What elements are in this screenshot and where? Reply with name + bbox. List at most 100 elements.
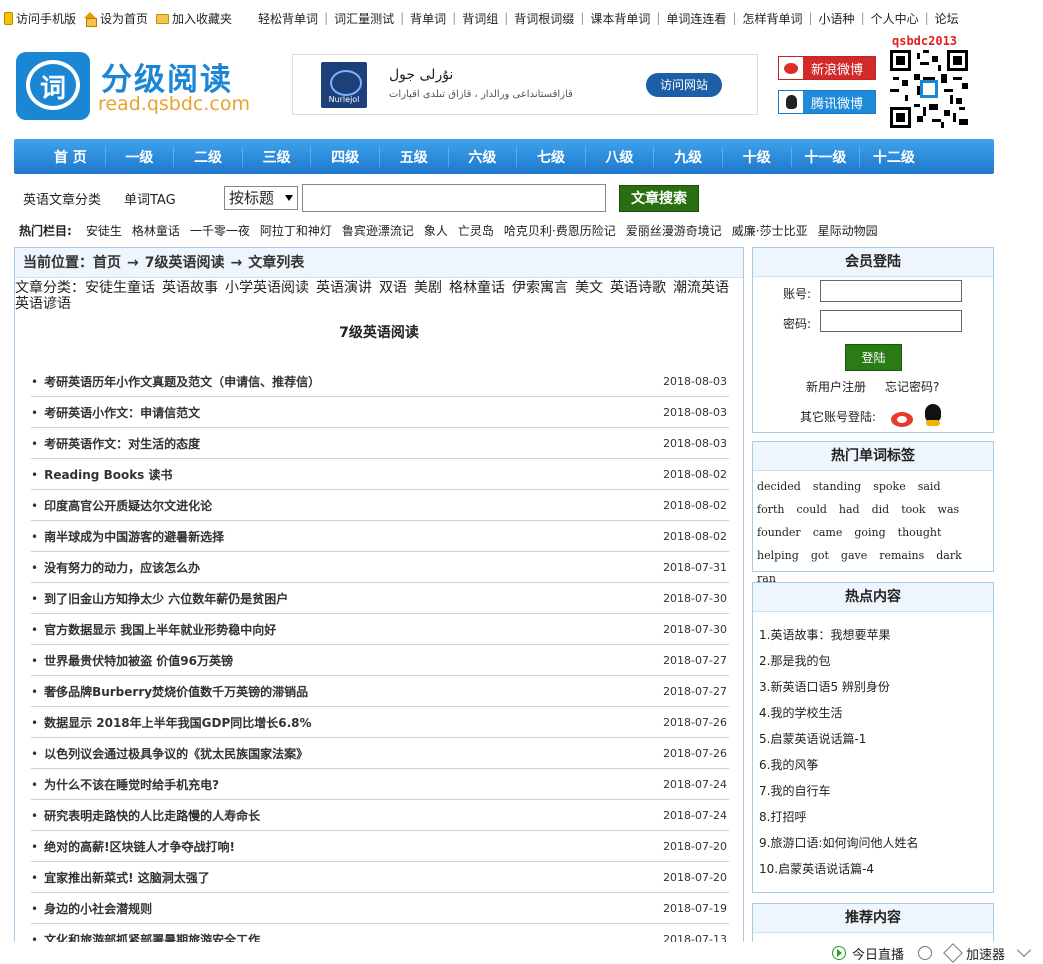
hot-column-link[interactable]: 阿拉丁和神灯 bbox=[260, 222, 332, 239]
hot-content-item[interactable]: 10.启蒙英语说话篇-4 bbox=[753, 856, 993, 882]
article-title[interactable]: Reading Books 读书 bbox=[31, 466, 172, 483]
article-title[interactable]: 考研英语作文：对生活的态度 bbox=[31, 435, 200, 452]
hot-column-link[interactable]: 安徒生 bbox=[86, 222, 122, 239]
hot-content-item[interactable]: 2.那是我的包 bbox=[753, 648, 993, 674]
hot-column-link[interactable]: 象人 bbox=[424, 222, 448, 239]
account-input[interactable] bbox=[820, 280, 962, 302]
article-title[interactable]: 以色列议会通过极具争议的《犹太民族国家法案》 bbox=[31, 745, 308, 762]
top-nav-item[interactable]: 怎样背单词 bbox=[742, 10, 802, 27]
top-nav-item[interactable]: 小语种 bbox=[819, 10, 855, 27]
tag-link[interactable]: gave bbox=[841, 544, 867, 567]
weibo-login-icon[interactable] bbox=[891, 406, 915, 428]
article-row[interactable]: 以色列议会通过极具争议的《犹太民族国家法案》 2018-07-26 bbox=[31, 738, 729, 769]
breadcrumb-home[interactable]: 首页 bbox=[93, 255, 121, 271]
breadcrumb-level[interactable]: 7级英语阅读 bbox=[145, 255, 225, 271]
tag-link[interactable]: standing bbox=[813, 475, 861, 498]
top-nav-item[interactable]: 课本背单词 bbox=[590, 10, 650, 27]
article-title[interactable]: 奢侈品牌Burberry焚烧价值数千万英镑的滞销品 bbox=[31, 683, 308, 700]
search-input[interactable] bbox=[302, 184, 606, 212]
article-row[interactable]: 到了旧金山方知挣太少 六位数年薪仍是贫困户 2018-07-30 bbox=[31, 583, 729, 614]
tag-link[interactable]: said bbox=[918, 475, 941, 498]
article-row[interactable]: 官方数据显示 我国上半年就业形势稳中向好 2018-07-30 bbox=[31, 614, 729, 645]
set-homepage-link[interactable]: 设为首页 bbox=[84, 10, 148, 27]
tag-link[interactable]: helping bbox=[757, 544, 799, 567]
tag-link[interactable]: decided bbox=[757, 475, 801, 498]
top-nav-item[interactable]: 论坛 bbox=[935, 10, 959, 27]
article-title[interactable]: 宜家推出新菜式! 这脑洞太强了 bbox=[31, 869, 210, 886]
ad-banner[interactable]: Nurlejol نۇرلى جول قازاقستانداعى ورالدار… bbox=[292, 54, 758, 115]
category-link[interactable]: 英语演讲 bbox=[316, 280, 372, 296]
tag-link[interactable]: thought bbox=[898, 521, 942, 544]
accelerator-button[interactable]: 加速器 bbox=[943, 943, 1005, 963]
category-link[interactable]: 小学英语阅读 bbox=[225, 280, 309, 296]
hot-column-link[interactable]: 威廉·莎士比亚 bbox=[732, 222, 808, 239]
top-nav-item[interactable]: 背单词 bbox=[410, 10, 446, 27]
nav-level[interactable]: 十二级 bbox=[859, 146, 928, 167]
nav-level[interactable]: 四级 bbox=[310, 146, 379, 167]
category-link[interactable]: 安徒生童话 bbox=[85, 280, 155, 296]
article-title[interactable]: 到了旧金山方知挣太少 六位数年薪仍是贫困户 bbox=[31, 590, 288, 607]
search-type-select[interactable]: 按标题 bbox=[224, 186, 298, 210]
tag-link[interactable]: took bbox=[901, 498, 925, 521]
article-title[interactable]: 数据显示 2018年上半年我国GDP同比增长6.8% bbox=[31, 714, 311, 731]
article-title[interactable]: 考研英语小作文：申请信范文 bbox=[31, 404, 200, 421]
tag-link[interactable]: remains bbox=[879, 544, 924, 567]
nav-level[interactable]: 一级 bbox=[104, 146, 174, 167]
hot-content-item[interactable]: 9.旅游口语:如何询问他人姓名 bbox=[753, 830, 993, 856]
article-row[interactable]: 宜家推出新菜式! 这脑洞太强了 2018-07-20 bbox=[31, 862, 729, 893]
tag-link[interactable]: going bbox=[854, 521, 885, 544]
word-tag-link[interactable]: 单词TAG bbox=[124, 189, 176, 208]
article-row[interactable]: 绝对的高薪!区块链人才争夺战打响! 2018-07-20 bbox=[31, 831, 729, 862]
top-nav-item[interactable]: 单词连连看 bbox=[666, 10, 726, 27]
hot-column-link[interactable]: 亡灵岛 bbox=[458, 222, 494, 239]
article-title[interactable]: 绝对的高薪!区块链人才争夺战打响! bbox=[31, 838, 235, 855]
article-row[interactable]: 南半球成为中国游客的避暑新选择 2018-08-02 bbox=[31, 521, 729, 552]
live-button[interactable]: 今日直播 bbox=[831, 944, 904, 963]
top-nav-item[interactable]: 背词组 bbox=[462, 10, 498, 27]
category-link[interactable]: 格林童话 bbox=[449, 280, 505, 296]
top-nav-item[interactable]: 个人中心 bbox=[871, 10, 919, 27]
article-title[interactable]: 身边的小社会潜规则 bbox=[31, 900, 152, 917]
article-title[interactable]: 没有努力的动力，应该怎么办 bbox=[31, 559, 200, 576]
article-row[interactable]: 考研英语小作文：申请信范文 2018-08-03 bbox=[31, 397, 729, 428]
tag-link[interactable]: forth bbox=[757, 498, 784, 521]
tag-link[interactable]: dark bbox=[936, 544, 962, 567]
password-input[interactable] bbox=[820, 310, 962, 332]
qq-login-icon[interactable] bbox=[923, 404, 943, 428]
tag-link[interactable]: was bbox=[938, 498, 960, 521]
article-row[interactable]: Reading Books 读书 2018-08-02 bbox=[31, 459, 729, 490]
nav-level[interactable]: 五级 bbox=[378, 146, 448, 167]
hot-content-item[interactable]: 3.新英语口语5 辨别身份 bbox=[753, 674, 993, 700]
hot-content-item[interactable]: 7.我的自行车 bbox=[753, 778, 993, 804]
article-row[interactable]: 数据显示 2018年上半年我国GDP同比增长6.8% 2018-07-26 bbox=[31, 707, 729, 738]
forgot-password-link[interactable]: 忘记密码? bbox=[885, 378, 939, 395]
site-url[interactable]: read.qsbdc.com bbox=[98, 93, 250, 115]
nav-level[interactable]: 六级 bbox=[447, 146, 517, 167]
hot-content-item[interactable]: 8.打招呼 bbox=[753, 804, 993, 830]
article-title[interactable]: 为什么不该在睡觉时给手机充电? bbox=[31, 776, 219, 793]
nav-level[interactable]: 十级 bbox=[721, 146, 791, 167]
category-link[interactable]: 美文 bbox=[575, 280, 603, 296]
nav-level[interactable]: 二级 bbox=[173, 146, 242, 167]
category-link[interactable]: 双语 bbox=[379, 280, 407, 296]
tag-link[interactable]: spoke bbox=[873, 475, 905, 498]
article-title[interactable]: 南半球成为中国游客的避暑新选择 bbox=[31, 528, 224, 545]
hot-column-link[interactable]: 一千零一夜 bbox=[190, 222, 250, 239]
tag-link[interactable]: had bbox=[839, 498, 860, 521]
category-link[interactable]: 伊索寓言 bbox=[512, 280, 568, 296]
tag-link[interactable]: could bbox=[796, 498, 826, 521]
tag-link[interactable]: came bbox=[813, 521, 843, 544]
register-link[interactable]: 新用户注册 bbox=[806, 378, 866, 395]
article-search-button[interactable]: 文章搜索 bbox=[619, 185, 699, 212]
hot-content-item[interactable]: 4.我的学校生活 bbox=[753, 700, 993, 726]
nav-level[interactable]: 七级 bbox=[516, 146, 585, 167]
hot-content-item[interactable]: 5.启蒙英语说话篇-1 bbox=[753, 726, 993, 752]
refresh-button[interactable] bbox=[917, 946, 932, 960]
article-row[interactable]: 没有努力的动力，应该怎么办 2018-07-31 bbox=[31, 552, 729, 583]
category-link[interactable]: 英语诗歌 bbox=[610, 280, 666, 296]
category-link[interactable]: 美剧 bbox=[414, 280, 442, 296]
category-link[interactable]: 英语谚语 bbox=[15, 296, 71, 312]
article-row[interactable]: 奢侈品牌Burberry焚烧价值数千万英镑的滞销品 2018-07-27 bbox=[31, 676, 729, 707]
top-nav-item[interactable]: 背词根词缀 bbox=[514, 10, 574, 27]
nav-level[interactable]: 三级 bbox=[241, 146, 311, 167]
